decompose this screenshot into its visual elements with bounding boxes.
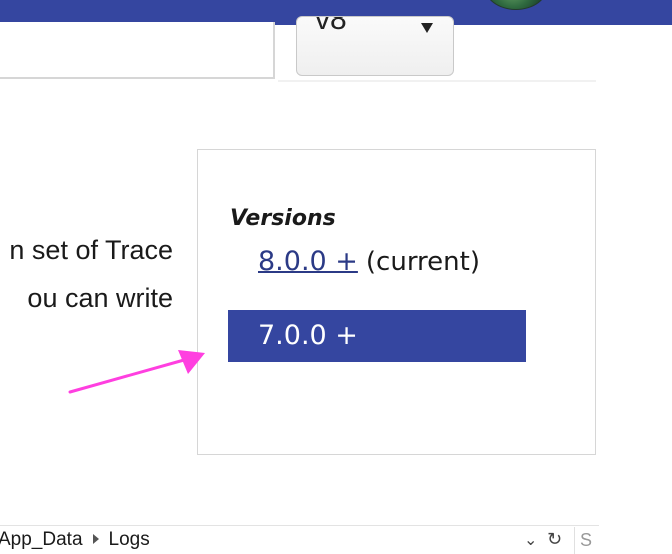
versions-title: Versions [230,206,336,231]
divider [574,527,575,554]
breadcrumb-item[interactable]: App_Data [0,529,83,550]
avatar[interactable] [484,0,548,10]
version-select-label: v8 [315,16,347,36]
body-text-line: ou can write [27,283,173,313]
search-input[interactable] [0,22,275,79]
chevron-down-icon [421,23,433,33]
version-select[interactable]: v8 [296,16,454,76]
search-field[interactable]: S [580,530,592,551]
version-link-current[interactable]: 8.0.0 + [258,246,358,277]
versions-panel: Versions 8.0.0 + (current) 7.0.0 + [197,149,596,455]
header-divider [278,80,596,82]
body-text-line: n set of Trace [9,235,173,265]
version-link-highlighted[interactable]: 7.0.0 + [258,320,358,351]
chevron-down-icon[interactable]: ⌄ [524,530,537,549]
address-bar[interactable]: App_Data Logs ⌄ ↻ S [0,525,599,554]
breadcrumb-item[interactable]: Logs [109,529,150,550]
arrow-annotation-icon [68,350,205,394]
breadcrumb: App_Data Logs [0,529,150,551]
page: v8 n set of Trace ou can write Versions … [0,0,672,554]
refresh-icon[interactable]: ↻ [547,529,562,550]
version-item-current: 8.0.0 + (current) [258,246,480,277]
version-item-highlighted[interactable]: 7.0.0 + [228,310,526,362]
current-tag: (current) [365,247,480,277]
chevron-right-icon [92,533,99,544]
body-text: n set of Trace ou can write [0,226,190,322]
